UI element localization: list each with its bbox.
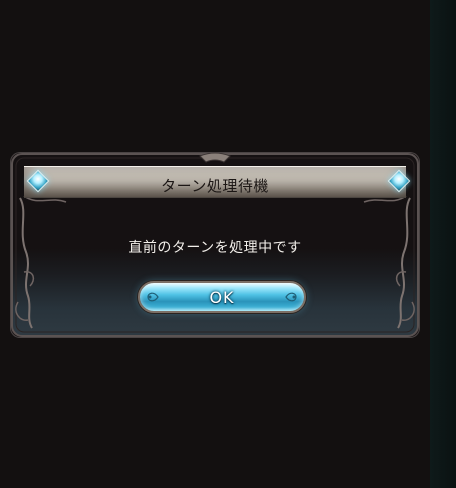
dialog-title: ターン処理待機 [161, 177, 269, 195]
side-panel-edge [430, 0, 456, 488]
dialog-message: 直前のターンを処理中です [128, 240, 302, 256]
ok-button[interactable]: OK [138, 281, 306, 313]
turn-wait-dialog: ターン処理待機 直前のターンを処理中です OK [10, 152, 420, 338]
ok-button-label: OK [209, 288, 235, 307]
scroll-ornament-icon [285, 292, 297, 302]
